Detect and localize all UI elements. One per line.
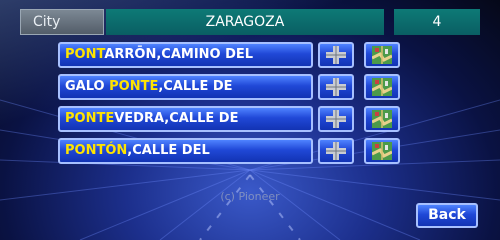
search-field-label: City [20, 9, 104, 35]
street-rest-text: ARRŌN,CAMINO DEL [104, 47, 254, 62]
street-rest-text: ,CALLE DE [158, 79, 233, 94]
intersection-icon [326, 46, 346, 64]
result-count: 4 [394, 9, 480, 35]
street-match-text: PONTE [109, 79, 159, 94]
map-icon [372, 110, 392, 128]
intersection-icon [326, 142, 346, 160]
map-view-button[interactable] [364, 74, 400, 100]
street-match-text: PONTE [65, 111, 115, 126]
street-result-button[interactable]: PONTEVEDRA,CALLE DE [58, 106, 313, 132]
intersection-button[interactable] [318, 138, 354, 164]
street-rest-text: VEDRA,CALLE DE [114, 111, 239, 126]
city-name: ZARAGOZA [106, 9, 384, 35]
street-prefix: GALO [65, 79, 110, 94]
street-result-button[interactable]: PONTÓN,CALLE DEL [58, 138, 313, 164]
street-result-button[interactable]: GALO PONTE,CALLE DE [58, 74, 313, 100]
intersection-button[interactable] [318, 106, 354, 132]
back-button[interactable]: Back [416, 203, 478, 228]
intersection-button[interactable] [318, 74, 354, 100]
map-icon [372, 142, 392, 160]
intersection-icon [326, 110, 346, 128]
street-result-button[interactable]: PONTARRŌN,CAMINO DEL [58, 42, 313, 68]
intersection-icon [326, 78, 346, 96]
map-view-button[interactable] [364, 138, 400, 164]
copyright-text: (c) Pioneer [220, 190, 280, 203]
street-match-text: PONT [65, 47, 105, 62]
map-icon [372, 78, 392, 96]
intersection-button[interactable] [318, 42, 354, 68]
map-view-button[interactable] [364, 106, 400, 132]
street-match-text: PONTÓN [65, 143, 128, 158]
map-icon [372, 46, 392, 64]
street-rest-text: ,CALLE DEL [127, 143, 210, 158]
map-view-button[interactable] [364, 42, 400, 68]
